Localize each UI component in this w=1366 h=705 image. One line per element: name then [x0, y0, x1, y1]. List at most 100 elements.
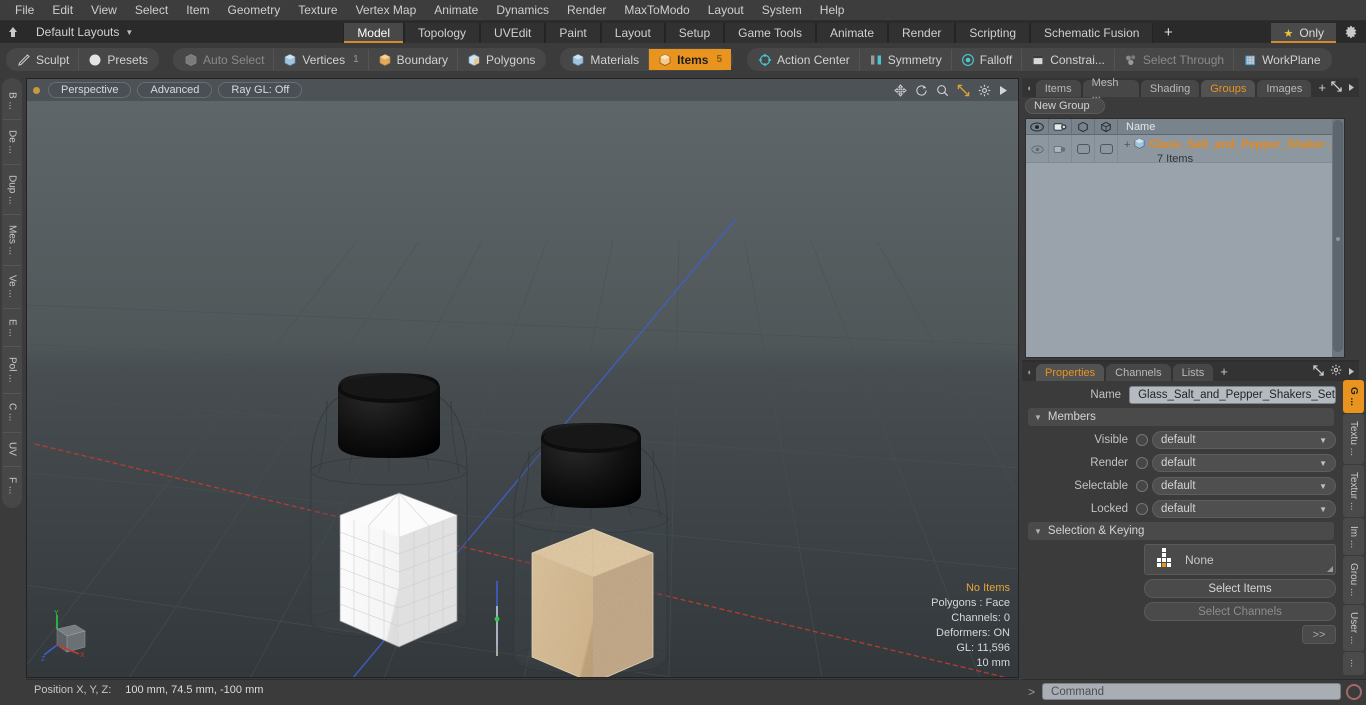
menu-item-dynamics[interactable]: Dynamics — [487, 1, 558, 20]
panel-tab-shading[interactable]: Shading — [1140, 80, 1200, 97]
home-icon[interactable] — [0, 21, 26, 43]
rv-tab-texture-2[interactable]: Textur ... — [1343, 464, 1364, 518]
tab-paint[interactable]: Paint — [545, 23, 601, 43]
menu-item-help[interactable]: Help — [811, 1, 854, 20]
tab-uvedit[interactable]: UVEdit — [480, 23, 546, 43]
gear-icon[interactable] — [1330, 364, 1342, 379]
toolbar-constrain-button[interactable]: Constrai... — [1021, 49, 1114, 70]
tab-layout[interactable]: Layout — [600, 23, 665, 43]
row-selectable-toggle[interactable] — [1072, 135, 1095, 163]
menu-item-view[interactable]: View — [82, 1, 126, 20]
selection-set-dropdown[interactable]: None — [1144, 544, 1336, 575]
toolbar-polygons-button[interactable]: Polygons — [457, 49, 544, 70]
rv-tab-groups[interactable]: G ... — [1343, 380, 1364, 414]
tab-game-tools[interactable]: Game Tools — [724, 23, 816, 43]
rv-tab-groups-2[interactable]: Grou ... — [1343, 555, 1364, 604]
gear-icon[interactable] — [978, 84, 991, 97]
panel-tab-images[interactable]: Images — [1257, 80, 1312, 97]
scrollbar-thumb[interactable] — [1333, 120, 1343, 352]
lock-cube-icon[interactable] — [1095, 118, 1118, 135]
tab-lists[interactable]: Lists — [1172, 364, 1214, 381]
play-icon[interactable] — [999, 85, 1008, 96]
panel-menu-dot-icon[interactable]: ◖ — [1022, 78, 1036, 97]
group-item-name[interactable]: Glass_Salt_and_Pepper_Shaker ... — [1149, 139, 1338, 151]
menu-item-render[interactable]: Render — [558, 1, 615, 20]
new-group-button[interactable]: New Group — [1025, 98, 1105, 114]
toolbar-workplane-button[interactable]: WorkPlane — [1233, 49, 1329, 70]
toolbar-symmetry-button[interactable]: Symmetry — [858, 49, 951, 70]
command-input[interactable]: Command — [1042, 683, 1341, 700]
add-properties-tab-button[interactable]: + — [1215, 362, 1233, 381]
menu-item-texture[interactable]: Texture — [289, 1, 346, 20]
panel-tab-groups[interactable]: Groups — [1201, 80, 1256, 97]
expand-properties-icon[interactable] — [1313, 364, 1324, 379]
toolbar-boundary-button[interactable]: Boundary — [367, 49, 457, 70]
eye-icon[interactable] — [1026, 118, 1049, 135]
rotate-icon[interactable] — [915, 84, 928, 97]
layout-preset-selector[interactable]: Default Layouts ▼ — [26, 21, 143, 43]
menu-item-maxtomodo[interactable]: MaxToModo — [615, 1, 698, 20]
row-eye-toggle[interactable] — [1026, 135, 1049, 163]
viewport-view-mode[interactable]: Perspective — [48, 82, 132, 98]
table-row[interactable]: + Glass_Salt_and_Pepper_Shaker ... 7 Ite… — [1026, 135, 1344, 165]
menu-item-select[interactable]: Select — [126, 1, 177, 20]
render-dropdown[interactable]: default ▼ — [1152, 454, 1336, 472]
left-tab-vertex[interactable]: Ve ... — [3, 266, 21, 310]
tab-schematic-fusion[interactable]: Schematic Fusion — [1030, 23, 1154, 43]
viewport-raygl-toggle[interactable]: Ray GL: Off — [218, 82, 303, 98]
panel-options-chevron-icon[interactable] — [1348, 81, 1355, 95]
add-panel-tab-button[interactable]: + — [1313, 78, 1331, 97]
gear-icon[interactable] — [1336, 21, 1366, 43]
selectable-cube-icon[interactable] — [1072, 118, 1095, 135]
fullscreen-icon[interactable] — [957, 84, 970, 97]
toolbar-sculpt-button[interactable]: Sculpt — [8, 49, 78, 70]
viewport-menu-dot-icon[interactable] — [33, 86, 40, 94]
locked-indicator[interactable] — [1136, 503, 1148, 515]
locked-dropdown[interactable]: default ▼ — [1152, 500, 1336, 518]
rv-tab-images[interactable]: Im ... — [1343, 518, 1364, 555]
toolbar-auto-select-button[interactable]: Auto Select — [175, 49, 273, 70]
selectable-dropdown[interactable]: default ▼ — [1152, 477, 1336, 495]
viewport-3d[interactable]: Perspective Advanced Ray GL: Off Y X Z N… — [26, 78, 1019, 678]
tab-scripting[interactable]: Scripting — [955, 23, 1031, 43]
visible-indicator[interactable] — [1136, 434, 1148, 446]
render-camera-icon[interactable] — [1049, 118, 1072, 135]
tab-render[interactable]: Render — [888, 23, 956, 43]
menu-item-file[interactable]: File — [6, 1, 43, 20]
select-items-button[interactable]: Select Items — [1144, 579, 1336, 598]
left-tab-deform[interactable]: De ... — [3, 120, 21, 165]
toolbar-materials-button[interactable]: Materials — [562, 49, 648, 70]
row-lock-toggle[interactable] — [1095, 135, 1118, 163]
viewport-canvas[interactable]: Y X Z No Items Polygons : Face Channels:… — [27, 101, 1018, 677]
tab-properties[interactable]: Properties — [1036, 364, 1105, 381]
toolbar-action-center-button[interactable]: Action Center — [749, 49, 859, 70]
properties-options-chevron-icon[interactable] — [1348, 365, 1355, 379]
left-tab-basic[interactable]: B ... — [3, 82, 21, 121]
left-tab-curve[interactable]: C ... — [3, 394, 21, 433]
move-icon[interactable] — [894, 83, 907, 97]
panel-tab-items[interactable]: Items — [1035, 80, 1081, 97]
left-tab-duplicate[interactable]: Dup ... — [3, 165, 21, 215]
toolbar-select-through-button[interactable]: Select Through — [1113, 49, 1233, 70]
only-filter-button[interactable]: ★ Only — [1271, 23, 1336, 43]
groups-list[interactable]: Name + Glass_Salt_and_Pepper_Shaker ... … — [1025, 118, 1345, 358]
viewport-shading-mode[interactable]: Advanced — [137, 82, 213, 98]
record-icon[interactable] — [1346, 683, 1362, 700]
toolbar-vertices-button[interactable]: Vertices 1 — [273, 49, 367, 70]
row-expander-icon[interactable]: + — [1124, 139, 1130, 151]
rv-tab-more[interactable]: ... — [1343, 652, 1364, 675]
menu-item-item[interactable]: Item — [177, 1, 218, 20]
left-tab-fusion[interactable]: F ... — [3, 467, 21, 504]
left-tab-mesh-edit[interactable]: Mes ... — [3, 215, 21, 266]
menu-item-edit[interactable]: Edit — [43, 1, 82, 20]
rv-tab-user[interactable]: User ... — [1343, 604, 1364, 652]
properties-menu-dot-icon[interactable]: ◖ — [1022, 362, 1036, 381]
left-tab-polygon[interactable]: Pol ... — [3, 347, 21, 394]
toolbar-presets-button[interactable]: Presets — [78, 49, 157, 70]
menu-item-vertex-map[interactable]: Vertex Map — [347, 1, 426, 20]
tab-topology[interactable]: Topology — [404, 23, 481, 43]
visible-dropdown[interactable]: default ▼ — [1152, 431, 1336, 449]
row-render-toggle[interactable] — [1049, 135, 1072, 163]
left-tab-edge[interactable]: E ... — [3, 309, 21, 348]
menu-item-layout[interactable]: Layout — [699, 1, 753, 20]
